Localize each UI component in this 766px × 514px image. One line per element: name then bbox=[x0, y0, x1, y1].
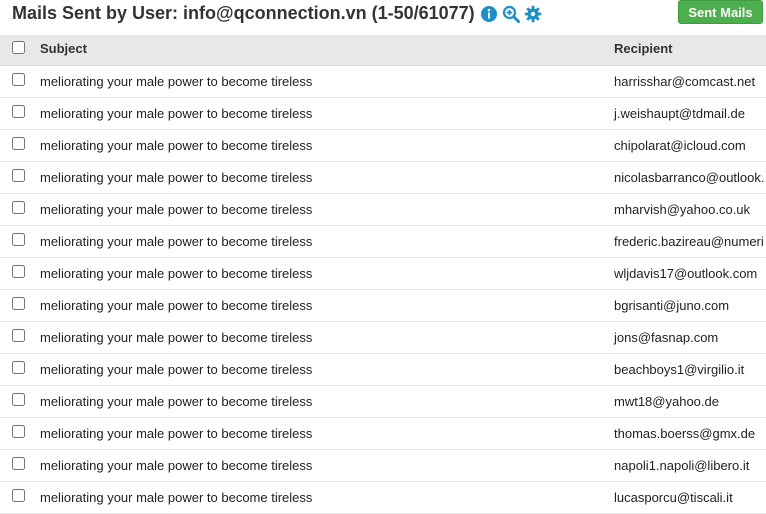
row-subject[interactable]: meliorating your male power to become ti… bbox=[40, 234, 312, 249]
page-title: Mails Sent by User: info@qconnection.vn … bbox=[12, 3, 475, 23]
row-recipient: bgrisanti@juno.com bbox=[614, 298, 730, 313]
row-subject[interactable]: meliorating your male power to become ti… bbox=[40, 266, 312, 281]
table-row[interactable]: meliorating your male power to become ti… bbox=[0, 226, 766, 258]
row-recipient: thomas.boerss@gmx.de bbox=[614, 426, 756, 441]
row-checkbox[interactable] bbox=[12, 297, 25, 310]
row-subject[interactable]: meliorating your male power to become ti… bbox=[40, 138, 312, 153]
row-recipient: mharvish@yahoo.co.uk bbox=[614, 202, 751, 217]
table-row[interactable]: meliorating your male power to become ti… bbox=[0, 354, 766, 386]
column-header-recipient[interactable]: Recipient bbox=[614, 41, 673, 56]
table-row[interactable]: meliorating your male power to become ti… bbox=[0, 482, 766, 514]
sent-mails-button[interactable]: Sent Mails bbox=[678, 0, 763, 24]
row-checkbox[interactable] bbox=[12, 457, 25, 470]
row-recipient: mwt18@yahoo.de bbox=[614, 394, 719, 409]
row-subject[interactable]: meliorating your male power to become ti… bbox=[40, 490, 312, 505]
gear-icon[interactable] bbox=[524, 5, 542, 23]
column-header-subject[interactable]: Subject bbox=[40, 41, 87, 56]
row-recipient: harrisshar@comcast.net bbox=[614, 74, 756, 89]
table-row[interactable]: meliorating your male power to become ti… bbox=[0, 258, 766, 290]
table-row[interactable]: meliorating your male power to become ti… bbox=[0, 66, 766, 98]
table-header: Subject Recipient bbox=[0, 35, 766, 66]
table-row[interactable]: meliorating your male power to become ti… bbox=[0, 450, 766, 482]
table-row[interactable]: meliorating your male power to become ti… bbox=[0, 98, 766, 130]
row-recipient: napoli1.napoli@libero.it bbox=[614, 458, 750, 473]
row-checkbox[interactable] bbox=[12, 361, 25, 374]
row-recipient: wljdavis17@outlook.com bbox=[614, 266, 758, 281]
row-recipient: j.weishaupt@tdmail.de bbox=[614, 106, 745, 121]
row-subject[interactable]: meliorating your male power to become ti… bbox=[40, 330, 312, 345]
table-row[interactable]: meliorating your male power to become ti… bbox=[0, 194, 766, 226]
table-row[interactable]: meliorating your male power to become ti… bbox=[0, 130, 766, 162]
zoom-in-icon[interactable] bbox=[502, 5, 520, 23]
row-subject[interactable]: meliorating your male power to become ti… bbox=[40, 106, 312, 121]
row-checkbox[interactable] bbox=[12, 265, 25, 278]
row-checkbox[interactable] bbox=[12, 425, 25, 438]
row-subject[interactable]: meliorating your male power to become ti… bbox=[40, 362, 312, 377]
row-subject[interactable]: meliorating your male power to become ti… bbox=[40, 458, 312, 473]
row-checkbox[interactable] bbox=[12, 489, 25, 502]
row-checkbox[interactable] bbox=[12, 73, 25, 86]
row-subject[interactable]: meliorating your male power to become ti… bbox=[40, 298, 312, 313]
row-checkbox[interactable] bbox=[12, 233, 25, 246]
select-all-checkbox[interactable] bbox=[12, 41, 25, 54]
title-icons bbox=[480, 5, 542, 23]
row-recipient: beachboys1@virgilio.it bbox=[614, 362, 745, 377]
table-row[interactable]: meliorating your male power to become ti… bbox=[0, 418, 766, 450]
row-checkbox[interactable] bbox=[12, 201, 25, 214]
table-row[interactable]: meliorating your male power to become ti… bbox=[0, 386, 766, 418]
row-recipient: lucasporcu@tiscali.it bbox=[614, 490, 733, 505]
row-checkbox[interactable] bbox=[12, 105, 25, 118]
row-subject[interactable]: meliorating your male power to become ti… bbox=[40, 426, 312, 441]
row-subject[interactable]: meliorating your male power to become ti… bbox=[40, 170, 312, 185]
row-checkbox[interactable] bbox=[12, 329, 25, 342]
row-checkbox[interactable] bbox=[12, 137, 25, 150]
row-subject[interactable]: meliorating your male power to become ti… bbox=[40, 74, 312, 89]
row-subject[interactable]: meliorating your male power to become ti… bbox=[40, 394, 312, 409]
table-row[interactable]: meliorating your male power to become ti… bbox=[0, 322, 766, 354]
row-recipient: jons@fasnap.com bbox=[614, 330, 719, 345]
row-recipient: frederic.bazireau@numeri bbox=[614, 234, 764, 249]
table-row[interactable]: meliorating your male power to become ti… bbox=[0, 290, 766, 322]
mails-table: Subject Recipient meliorating your male … bbox=[0, 35, 766, 514]
table-body: meliorating your male power to become ti… bbox=[0, 66, 766, 514]
row-recipient: chipolarat@icloud.com bbox=[614, 138, 746, 153]
table-row[interactable]: meliorating your male power to become ti… bbox=[0, 162, 766, 194]
page-header: Mails Sent by User: info@qconnection.vn … bbox=[0, 0, 766, 35]
row-checkbox[interactable] bbox=[12, 393, 25, 406]
row-checkbox[interactable] bbox=[12, 169, 25, 182]
info-icon[interactable] bbox=[480, 5, 498, 23]
row-subject[interactable]: meliorating your male power to become ti… bbox=[40, 202, 312, 217]
row-recipient: nicolasbarranco@outlook. bbox=[614, 170, 765, 185]
